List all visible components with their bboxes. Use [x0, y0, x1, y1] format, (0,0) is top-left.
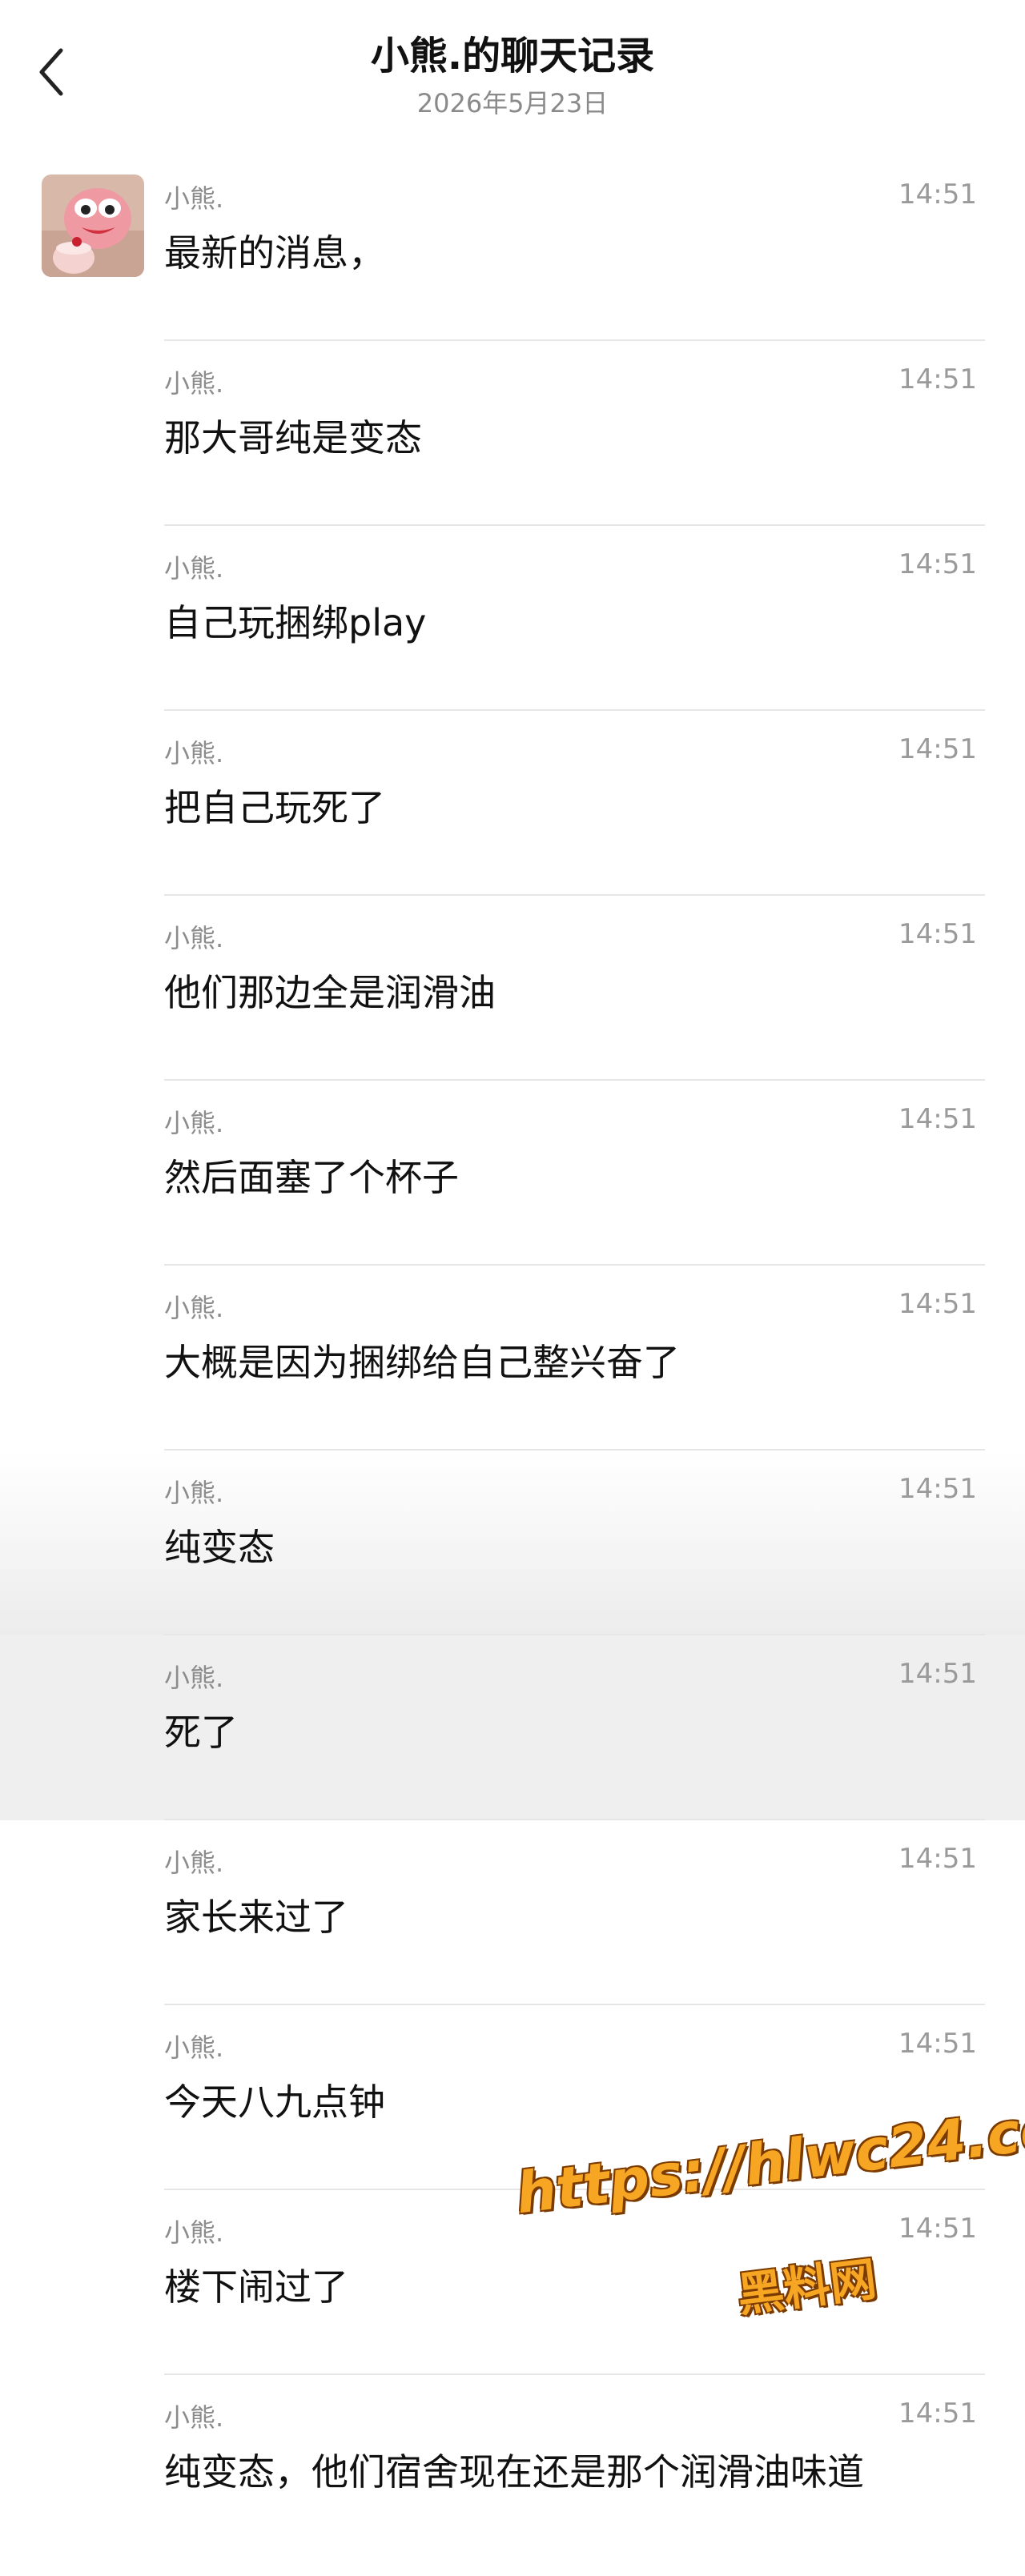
message-text: 自己玩捆绑play — [164, 601, 427, 644]
list-item[interactable]: 小熊. 14:51 死了 — [0, 1635, 1025, 1820]
message-text: 楼下闹过了 — [164, 2265, 348, 2309]
sender-name: 小熊. — [164, 923, 224, 953]
list-item[interactable]: 小熊. 14:51 自己玩捆绑play — [0, 526, 1025, 711]
message-time: 14:51 — [898, 2028, 977, 2060]
message-text: 他们那边全是润滑油 — [164, 971, 496, 1014]
sender-name: 小熊. — [164, 1663, 224, 1693]
list-item[interactable]: 小熊. 14:51 家长来过了 — [0, 1820, 1025, 2005]
message-text: 最新的消息， — [164, 231, 385, 275]
message-time: 14:51 — [898, 1658, 977, 1690]
avatar-image — [42, 175, 144, 277]
message-text: 纯变态 — [164, 1526, 275, 1569]
message-text: 今天八九点钟 — [164, 2080, 385, 2124]
message-text: 那大哥纯是变态 — [164, 416, 422, 459]
message-text: 大概是因为捆绑给自己整兴奋了 — [164, 1341, 680, 1384]
sender-name: 小熊. — [164, 1293, 224, 1323]
message-time: 14:51 — [898, 733, 977, 765]
message-time: 14:51 — [898, 1103, 977, 1135]
list-item[interactable]: 小熊. 14:51 纯变态 — [0, 1451, 1025, 1635]
sender-name: 小熊. — [164, 2217, 224, 2248]
sender-name: 小熊. — [164, 368, 224, 399]
message-time: 14:51 — [898, 1473, 977, 1505]
message-text: 死了 — [164, 1711, 238, 1754]
message-time: 14:51 — [898, 2213, 977, 2245]
message-list: 小熊. 14:51 最新的消息， 小熊. 14:51 那大哥纯是变态 小熊. 1… — [0, 156, 1025, 2575]
message-text: 把自己玩死了 — [164, 786, 385, 829]
sender-name: 小熊. — [164, 1108, 224, 1138]
sender-name: 小熊. — [164, 1478, 224, 1508]
message-time: 14:51 — [898, 363, 977, 395]
message-time: 14:51 — [898, 548, 977, 580]
sender-name: 小熊. — [164, 2402, 224, 2433]
list-item[interactable]: 小熊. 14:51 大概是因为捆绑给自己整兴奋了 — [0, 1266, 1025, 1451]
list-item[interactable]: 小熊. 14:51 然后面塞了个杯子 — [0, 1081, 1025, 1266]
chat-date: 2026年5月23日 — [416, 88, 609, 118]
chat-history-header: 小熊.的聊天记录 2026年5月23日 — [0, 0, 1025, 156]
list-item[interactable]: 小熊. 14:51 把自己玩死了 — [0, 711, 1025, 896]
sender-name: 小熊. — [164, 738, 224, 768]
list-item[interactable]: 小熊. 14:51 那大哥纯是变态 — [0, 341, 1025, 526]
message-text: 家长来过了 — [164, 1896, 348, 1939]
page-title: 小熊.的聊天记录 — [370, 34, 655, 78]
list-item[interactable]: 小熊. 14:51 最新的消息， — [0, 156, 1025, 341]
sender-name: 小熊. — [164, 183, 224, 214]
avatar[interactable] — [42, 175, 144, 277]
message-time: 14:51 — [898, 918, 977, 950]
message-time: 14:51 — [898, 179, 977, 211]
sender-name: 小熊. — [164, 1848, 224, 1878]
message-time: 14:51 — [898, 1843, 977, 1875]
message-time: 14:51 — [898, 2397, 977, 2430]
sender-name: 小熊. — [164, 2032, 224, 2063]
sender-name: 小熊. — [164, 553, 224, 584]
list-item[interactable]: 小熊. 14:51 今天八九点钟 — [0, 2005, 1025, 2190]
list-item[interactable]: 小熊. 14:51 纯变态，他们宿舍现在还是那个润滑油味道 — [0, 2375, 1025, 2575]
list-item[interactable]: 小熊. 14:51 楼下闹过了 — [0, 2190, 1025, 2375]
list-item[interactable]: 小熊. 14:51 他们那边全是润滑油 — [0, 896, 1025, 1081]
message-text: 然后面塞了个杯子 — [164, 1156, 459, 1199]
message-text: 纯变态，他们宿舍现在还是那个润滑油味道 — [164, 2450, 864, 2494]
message-time: 14:51 — [898, 1288, 977, 1320]
